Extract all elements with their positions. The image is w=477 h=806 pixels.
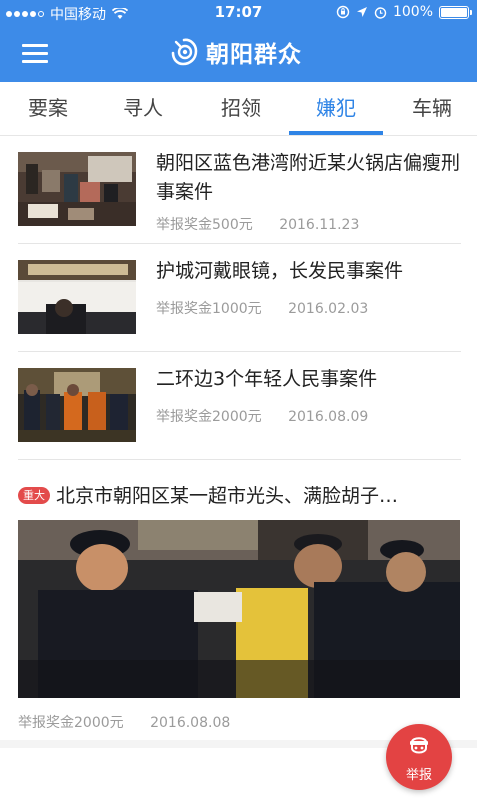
tab-suspects[interactable]: 嫌犯 <box>289 82 383 136</box>
reward-amount: 举报奖金500元 <box>156 217 253 233</box>
informant-icon <box>410 737 428 754</box>
list-item[interactable]: 二环边3个年轻人民事案件 举报奖金2000元 2016.08.09 <box>0 352 477 460</box>
brand: 朝阳群众 <box>170 35 302 69</box>
menu-icon <box>22 44 48 47</box>
rotation-lock-icon <box>336 5 350 19</box>
case-list: 朝阳区蓝色港湾附近某火锅店偏瘦刑事案件 举报奖金500元 2016.11.23 … <box>0 136 477 806</box>
case-thumbnail <box>18 368 136 442</box>
case-title: 朝阳区蓝色港湾附近某火锅店偏瘦刑事案件 <box>156 152 461 203</box>
tab-missing-persons[interactable]: 寻人 <box>98 82 188 136</box>
battery-label: 100% <box>392 4 433 20</box>
status-bar: 中国移动 17:07 100% <box>0 0 477 26</box>
report-label: 举报 <box>405 768 432 783</box>
featured-case-meta: 举报奖金2000元 2016.08.08 <box>18 712 230 732</box>
featured-title-text: 北京市朝阳区某一超市光头、满脸胡子… <box>56 485 399 507</box>
tab-cases[interactable]: 要案 <box>6 82 90 136</box>
report-button[interactable]: 举报 <box>386 724 452 790</box>
featured-case-image[interactable] <box>18 520 460 698</box>
case-title: 护城河戴眼镜，长发民事案件 <box>156 260 404 282</box>
category-tabs: 要案 寻人 招领 嫌犯 车辆 <box>0 82 477 136</box>
major-badge: 重大 <box>18 487 50 504</box>
case-meta: 举报奖金1000元 2016.02.03 <box>156 298 368 318</box>
tab-lost-found[interactable]: 招领 <box>196 82 286 136</box>
case-thumbnail <box>18 260 136 334</box>
reward-amount: 举报奖金2000元 <box>18 715 124 731</box>
nav-bar: 朝阳群众 <box>0 26 477 82</box>
case-meta: 举报奖金2000元 2016.08.09 <box>156 406 368 426</box>
case-date: 2016.11.23 <box>279 217 360 233</box>
logo-icon <box>171 38 198 66</box>
divider <box>18 459 461 460</box>
status-right: 100% <box>336 4 472 20</box>
case-date: 2016.08.08 <box>150 715 231 731</box>
location-icon <box>356 7 367 17</box>
case-thumbnail <box>18 152 136 226</box>
tab-vehicles[interactable]: 车辆 <box>392 82 472 136</box>
reward-amount: 举报奖金1000元 <box>156 301 262 317</box>
app-title: 朝阳群众 <box>206 42 302 68</box>
case-date: 2016.08.09 <box>288 409 369 425</box>
menu-button[interactable] <box>18 40 52 68</box>
case-title: 二环边3个年轻人民事案件 <box>156 368 378 390</box>
featured-case-title[interactable]: 重大 北京市朝阳区某一超市光头、满脸胡子… <box>18 482 463 510</box>
reward-amount: 举报奖金2000元 <box>156 409 262 425</box>
battery-icon <box>439 5 472 19</box>
alarm-icon <box>374 6 387 19</box>
case-date: 2016.02.03 <box>288 301 369 317</box>
list-item[interactable]: 朝阳区蓝色港湾附近某火锅店偏瘦刑事案件 举报奖金500元 2016.11.23 <box>0 136 477 244</box>
list-item[interactable]: 护城河戴眼镜，长发民事案件 举报奖金1000元 2016.02.03 <box>0 244 477 352</box>
active-tab-indicator <box>289 131 383 135</box>
case-meta: 举报奖金500元 2016.11.23 <box>156 214 359 234</box>
